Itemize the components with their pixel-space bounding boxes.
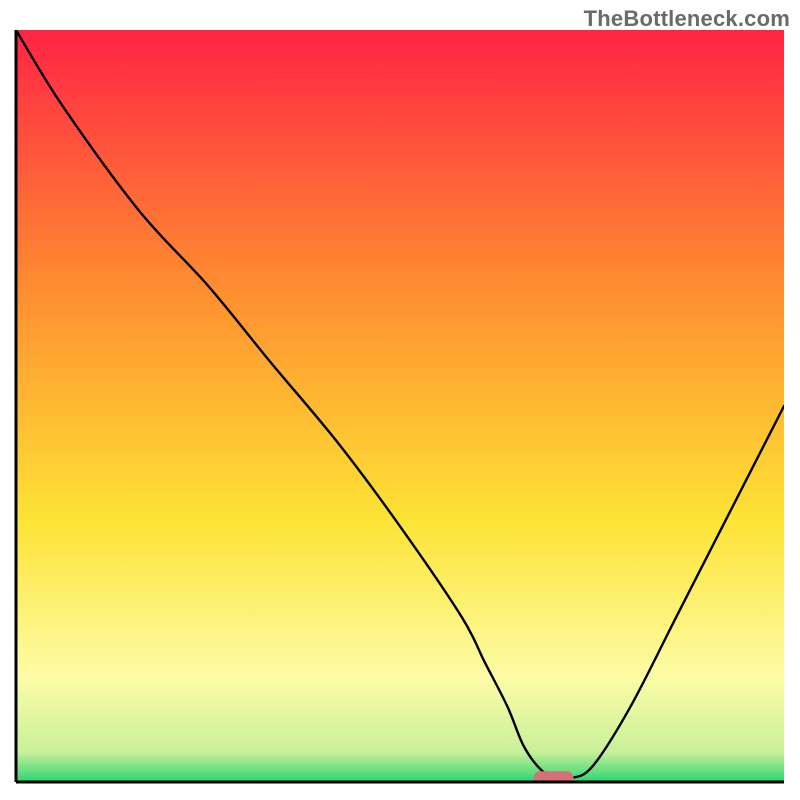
plot-background bbox=[16, 30, 784, 782]
chart-canvas bbox=[0, 0, 800, 800]
bottleneck-chart: TheBottleneck.com bbox=[0, 0, 800, 800]
watermark-label: TheBottleneck.com bbox=[584, 6, 790, 32]
